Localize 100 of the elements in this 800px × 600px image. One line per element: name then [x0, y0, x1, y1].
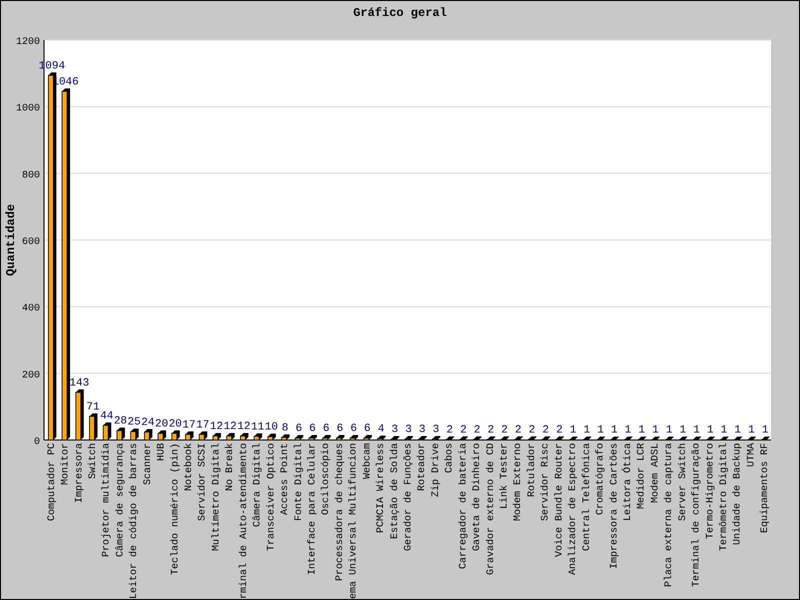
- value-label: 4: [378, 424, 384, 436]
- y-tick-label: 800: [22, 170, 40, 182]
- x-tick-label: Monitor: [60, 443, 72, 486]
- value-label: 71: [86, 401, 100, 414]
- x-tick-label: Impressora: [74, 443, 86, 504]
- value-label: 2: [542, 424, 549, 436]
- value-label: 6: [309, 423, 316, 435]
- x-tick-label: Server Switch: [678, 443, 689, 522]
- x-tick-label: Gravador externo de CD: [486, 443, 497, 576]
- y-tick-label: 200: [22, 370, 40, 382]
- value-label: 2: [528, 424, 536, 436]
- value-label: 1: [584, 424, 590, 437]
- value-label: 1: [570, 424, 576, 437]
- x-tick-label: Servidor SCSI: [198, 443, 209, 522]
- value-label: 20: [155, 418, 168, 430]
- value-label: 143: [69, 377, 90, 390]
- x-tick-label: Transceiver Optico: [266, 443, 278, 552]
- y-axis-label: Quantidade: [4, 204, 18, 276]
- value-label: 2: [488, 424, 494, 436]
- x-tick-label: Termo-Higrometro: [705, 443, 716, 540]
- value-label: 2: [474, 424, 480, 436]
- value-label: 24: [141, 417, 154, 429]
- x-tick-label: No Break: [225, 443, 236, 492]
- value-label: 1: [597, 424, 604, 437]
- x-tick-label: UTMA: [746, 443, 758, 468]
- value-label: 1: [610, 424, 618, 437]
- x-tick-label: Multímetro Digital: [211, 443, 222, 552]
- value-label: 6: [322, 423, 330, 435]
- x-tick-label: Notebook: [184, 443, 196, 492]
- value-label: 10: [264, 422, 278, 434]
- x-tick-label: Access Point: [280, 443, 292, 516]
- x-tick-label: Scanner: [142, 443, 154, 486]
- y-tick-label: 0: [34, 437, 40, 448]
- x-tick-label: Interface para Celular: [307, 443, 318, 576]
- x-tick-label: Gaveta de Dinheiro: [472, 443, 484, 552]
- x-tick-label: Termômetro Digital: [719, 443, 730, 552]
- x-tick-label: Webcam: [362, 443, 374, 480]
- value-label: 8: [282, 422, 288, 434]
- x-tick-label: Switch: [88, 443, 99, 480]
- value-label: 28: [114, 416, 128, 428]
- x-tick-label: Terminal de configuração: [692, 443, 703, 588]
- x-tick-label: Impressora de Cartões: [609, 443, 620, 570]
- x-tick-label: Leitora Ótica: [622, 443, 634, 522]
- x-tick-label: Cabos: [444, 443, 456, 474]
- value-label: 17: [182, 419, 196, 432]
- value-label: 2: [501, 424, 508, 436]
- value-label: 12: [210, 421, 224, 433]
- y-tick-label: 1000: [16, 104, 40, 115]
- value-label: 6: [336, 423, 344, 435]
- x-tick-label: Osciloscópio: [321, 443, 332, 516]
- chart-title: Gráfico geral: [353, 5, 447, 20]
- value-label: 1: [652, 424, 659, 437]
- value-label: 17: [196, 419, 210, 432]
- x-tick-label: rminal de Auto-atendimento: [238, 443, 250, 599]
- x-tick-label: Placa externa de captura: [664, 443, 676, 588]
- value-label: 1: [680, 424, 686, 437]
- x-tick-label: Computador PC: [46, 443, 58, 522]
- x-tick-label: Central Telefônica: [582, 443, 593, 552]
- value-label: 1: [748, 424, 755, 437]
- value-label: 1: [693, 424, 700, 437]
- value-label: 11: [251, 421, 264, 434]
- x-tick-label: ema Universal Multifuncion: [348, 443, 360, 599]
- x-tick-label: Projetor multimídia: [102, 443, 113, 558]
- value-label: 1: [706, 424, 714, 437]
- value-label: 25: [128, 416, 141, 429]
- x-tick-label: Estação de Solda: [390, 443, 401, 540]
- value-label: 12: [224, 421, 237, 433]
- x-tick-label: Processadora de cheques: [334, 443, 346, 582]
- y-tick-label: 1200: [16, 37, 40, 48]
- value-label: 1: [624, 424, 632, 437]
- x-tick-label: Gerador de Funções: [404, 443, 414, 552]
- value-label: 3: [391, 424, 398, 436]
- value-label: 3: [405, 424, 412, 436]
- x-tick-label: Equipamentos RF: [760, 443, 772, 534]
- y-tick-label: 400: [22, 304, 40, 315]
- value-label: 1: [638, 424, 645, 437]
- x-tick-label: PCMCIA Wireless: [376, 443, 388, 534]
- y-tick-label: 600: [22, 237, 40, 248]
- x-tick-label: Modem Externo: [513, 443, 524, 522]
- x-tick-label: Câmera de segurança: [115, 443, 126, 558]
- value-label: 3: [432, 424, 440, 436]
- value-label: 2: [446, 424, 453, 436]
- value-label: 6: [350, 423, 357, 435]
- value-label: 3: [418, 424, 426, 436]
- x-tick-label: HUB: [156, 443, 168, 462]
- value-label: 1: [666, 424, 672, 437]
- x-tick-label: Roteador: [417, 443, 428, 492]
- x-tick-label: Fonte Digital: [294, 443, 305, 522]
- x-tick-label: Modem ADSL: [650, 443, 662, 504]
- value-label: 44: [100, 410, 114, 422]
- x-tick-label: Câmera Digital: [252, 443, 264, 528]
- x-tick-label: Analizador de Espectro: [568, 443, 580, 576]
- value-label: 12: [237, 421, 250, 433]
- value-label: 6: [295, 423, 302, 435]
- value-label: 6: [364, 423, 371, 435]
- x-tick-label: Carregador de bateria: [458, 443, 470, 570]
- x-tick-label: Link Tester: [500, 443, 511, 510]
- value-label: 20: [168, 418, 182, 430]
- value-label: 1: [720, 424, 728, 437]
- x-tick-label: Zip Drive: [430, 443, 442, 498]
